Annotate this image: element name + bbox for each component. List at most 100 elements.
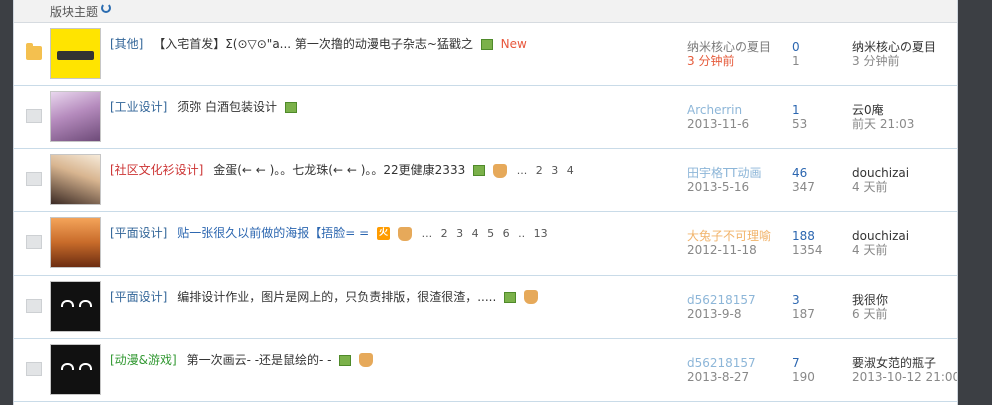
post-date: 2012-11-18: [687, 243, 757, 258]
author-link[interactable]: d56218157: [687, 356, 756, 370]
avatar[interactable]: [50, 154, 101, 206]
thread-subject: [平面设计] 编排设计作业，图片是网上的，只负责排版，很渣很渣，.....: [110, 288, 538, 305]
reply-count[interactable]: 1: [792, 103, 807, 117]
section-header: 版块主题: [14, 0, 957, 23]
author-link[interactable]: 大兔子不可理喻: [687, 229, 771, 243]
hot-icon: 火: [376, 227, 390, 241]
last-post-time-link[interactable]: 2013-10-12 21:00: [852, 370, 957, 384]
stats-cell: 46 347: [792, 166, 815, 194]
thread-category-link[interactable]: [其他]: [110, 37, 143, 51]
page-link-2[interactable]: 2: [441, 227, 448, 240]
reply-count[interactable]: 46: [792, 166, 815, 180]
page-link-5[interactable]: 5: [487, 227, 494, 240]
image-attachment-icon: [473, 165, 486, 177]
author-cell: Archerrin 2013-11-6: [687, 103, 749, 131]
page-ellipsis: ...: [516, 164, 528, 178]
post-date: 3 分钟前: [687, 54, 735, 68]
view-count: 1354: [792, 243, 823, 258]
author-cell: d56218157 2013-9-8: [687, 293, 756, 321]
last-post-time-link[interactable]: 3 分钟前: [852, 54, 936, 68]
reply-count[interactable]: 188: [792, 229, 823, 243]
last-post-user-link[interactable]: 纳米核心の夏目: [852, 40, 936, 54]
page-link-3[interactable]: 3: [551, 164, 558, 177]
last-post-cell: 纳米核心の夏目 3 分钟前: [852, 40, 936, 68]
view-count: 187: [792, 306, 815, 321]
image-attachment-icon: [339, 354, 352, 366]
topic-folder-icon: [26, 109, 42, 123]
thread-subject: [社区文化衫设计] 金蛋(← ← )。。七龙珠(← ← )。。22更健康2333…: [110, 161, 579, 178]
page-links: ... 2 3 4 5 6 .. 13: [422, 227, 553, 240]
thread-title-link[interactable]: 须弥 白酒包装设计: [177, 100, 277, 114]
author-link[interactable]: 田宇格TT动画: [687, 166, 761, 180]
image-attachment-icon: [504, 291, 517, 303]
page-link-4[interactable]: 4: [472, 227, 479, 240]
page-ellipsis: ..: [518, 227, 526, 241]
view-count: 190: [792, 369, 815, 384]
avatar[interactable]: [50, 280, 101, 332]
new-topic-folder-icon: [26, 43, 42, 60]
author-link[interactable]: Archerrin: [687, 103, 749, 117]
author-cell: 田宇格TT动画 2013-5-16: [687, 166, 761, 194]
page-link-3[interactable]: 3: [456, 227, 463, 240]
section-title: 版块主题: [50, 5, 99, 19]
stats-cell: 1 53: [792, 103, 807, 131]
page-link-2[interactable]: 2: [536, 164, 543, 177]
thread-category-link[interactable]: [平面设计]: [110, 290, 167, 304]
avatar[interactable]: [50, 91, 101, 142]
topic-folder-icon: [26, 235, 42, 250]
thread-row: [其他] 【入宅首发】Σ(⊙▽⊙"a... 第一次撸的动漫电子杂志~猛戳之 Ne…: [14, 23, 957, 86]
page-link-13[interactable]: 13: [534, 227, 548, 240]
thread-title-link[interactable]: 贴一张很久以前做的海报【捂脸= =: [177, 226, 369, 240]
last-post-cell: douchizai 4 天前: [852, 229, 909, 257]
view-count: 53: [792, 117, 808, 131]
last-post-time-link[interactable]: 4 天前: [852, 180, 909, 194]
forum-thread-panel: 版块主题 [其他] 【入宅首发】Σ(⊙▽⊙"a... 第一次撸的动漫电子杂志~猛…: [13, 0, 958, 405]
author-link[interactable]: 纳米核心の夏目: [687, 40, 771, 54]
avatar[interactable]: [50, 28, 101, 79]
reply-count[interactable]: 7: [792, 356, 815, 370]
post-date: 2013-9-8: [687, 306, 742, 321]
thread-title-link[interactable]: 【入宅首发】Σ(⊙▽⊙"a... 第一次撸的动漫电子杂志~猛戳之: [153, 37, 473, 51]
thread-title-link[interactable]: 第一次画云- -还是鼠绘的- -: [187, 353, 332, 367]
page-link-4[interactable]: 4: [567, 164, 574, 177]
thread-subject: [工业设计] 须弥 白酒包装设计: [110, 98, 297, 115]
thread-category-link[interactable]: [社区文化衫设计]: [110, 163, 203, 177]
topic-folder-icon: [26, 361, 42, 376]
thread-title-link[interactable]: 金蛋(← ← )。。七龙珠(← ← )。。22更健康2333: [213, 163, 465, 177]
reply-count[interactable]: 0: [792, 40, 800, 54]
last-post-time-link[interactable]: 4 天前: [852, 243, 909, 257]
reply-count[interactable]: 3: [792, 293, 815, 307]
image-attachment-icon: [480, 39, 493, 50]
avatar[interactable]: [50, 217, 101, 269]
avatar[interactable]: [50, 343, 101, 395]
post-date: 2013-11-6: [687, 117, 750, 131]
last-post-time-link[interactable]: 6 天前: [852, 307, 888, 321]
thumbs-up-icon: [523, 290, 538, 305]
stats-cell: 0 1: [792, 40, 800, 68]
thread-category-link[interactable]: [工业设计]: [110, 100, 167, 114]
author-cell: d56218157 2013-8-27: [687, 356, 756, 384]
stats-cell: 188 1354: [792, 229, 823, 257]
last-post-user-link[interactable]: douchizai: [852, 229, 909, 243]
last-post-user-link[interactable]: 我很你: [852, 293, 888, 307]
last-post-user-link[interactable]: douchizai: [852, 166, 909, 180]
thread-category-link[interactable]: [动漫&游戏]: [110, 353, 177, 367]
thread-title-link[interactable]: 编排设计作业，图片是网上的，只负责排版，很渣很渣，.....: [177, 290, 496, 304]
image-attachment-icon: [284, 102, 297, 113]
refresh-icon[interactable]: [101, 3, 111, 13]
last-post-cell: 我很你 6 天前: [852, 293, 888, 321]
last-post-user-link[interactable]: 要淑女范的瓶子: [852, 356, 957, 370]
view-count: 1: [792, 54, 800, 68]
thread-category-link[interactable]: [平面设计]: [110, 226, 167, 240]
page-link-6[interactable]: 6: [503, 227, 510, 240]
thread-row: [平面设计] 贴一张很久以前做的海报【捂脸= = 火 ... 2 3 4 5 6…: [14, 212, 957, 276]
thumbs-up-icon: [397, 226, 412, 241]
thread-subject: [动漫&游戏] 第一次画云- -还是鼠绘的- -: [110, 351, 374, 368]
last-post-time-link[interactable]: 前天 21:03: [852, 117, 914, 131]
author-link[interactable]: d56218157: [687, 293, 756, 307]
last-post-cell: 要淑女范的瓶子 2013-10-12 21:00: [852, 356, 957, 384]
topic-folder-icon: [26, 298, 42, 313]
last-post-cell: douchizai 4 天前: [852, 166, 909, 194]
topic-folder-icon: [26, 172, 42, 187]
last-post-user-link[interactable]: 云0庵: [852, 103, 914, 117]
